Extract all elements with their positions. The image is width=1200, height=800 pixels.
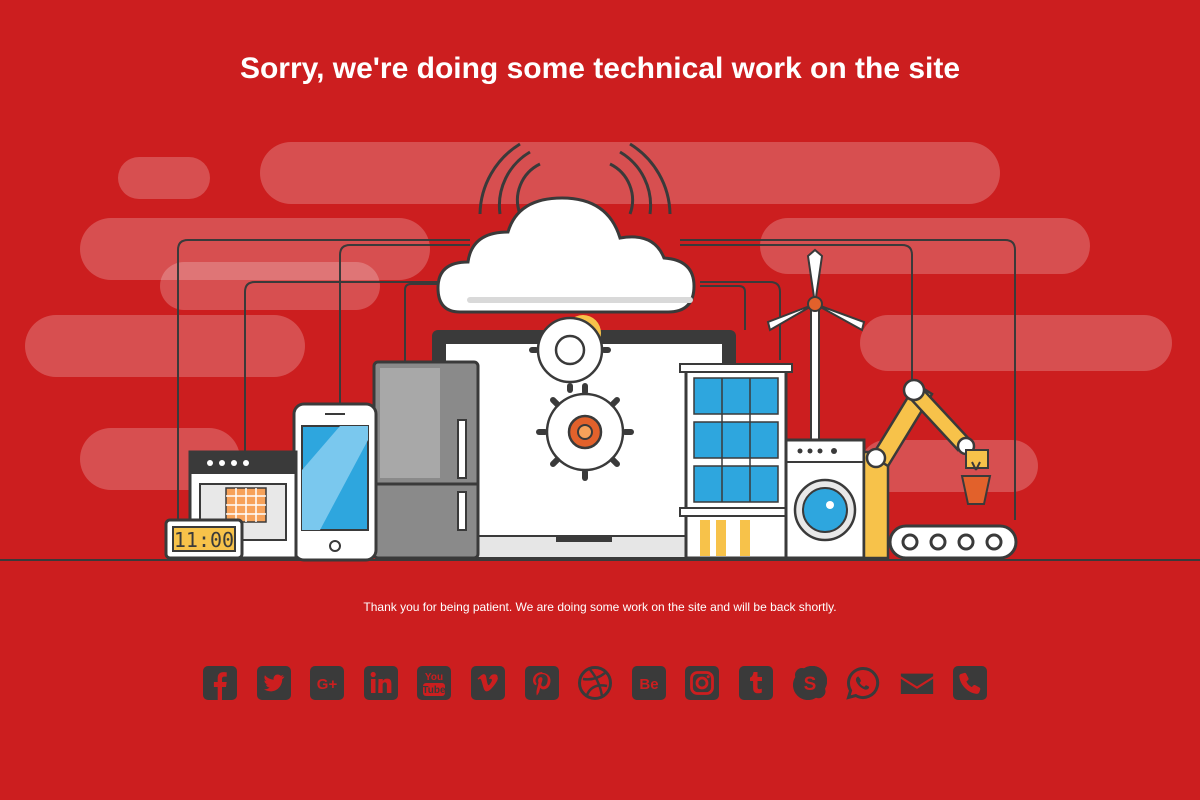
- facebook-icon[interactable]: [203, 666, 237, 700]
- skype-icon[interactable]: S: [792, 666, 827, 700]
- pinterest-icon[interactable]: [524, 666, 559, 700]
- maintenance-illustration: 11:00: [0, 142, 1200, 562]
- washing-machine: [784, 438, 866, 560]
- youtube-icon[interactable]: You Tube: [417, 666, 452, 700]
- smartphone: [292, 402, 378, 562]
- twitter-icon[interactable]: [256, 666, 291, 700]
- phone-icon[interactable]: [953, 666, 988, 700]
- building: [679, 363, 793, 560]
- clock-time: 11:00: [174, 528, 234, 552]
- tumblr-icon[interactable]: [738, 666, 773, 700]
- vimeo-icon[interactable]: [470, 666, 505, 700]
- page-heading: Sorry, we're doing some technical work o…: [239, 52, 961, 85]
- maintenance-message: Thank you for being patient. We are doin…: [363, 600, 837, 614]
- svg-text:Tube: Tube: [423, 685, 447, 696]
- svg-text:S: S: [803, 674, 816, 695]
- whatsapp-icon[interactable]: [846, 666, 880, 700]
- digital-clock: 11:00: [164, 518, 244, 560]
- dribbble-icon[interactable]: [578, 666, 613, 700]
- refrigerator: [372, 360, 480, 560]
- social-icons: G+ You Tube Be S: [203, 666, 988, 700]
- instagram-icon[interactable]: [685, 666, 720, 700]
- svg-text:G+: G+: [317, 676, 338, 693]
- svg-text:Be: Be: [639, 676, 658, 693]
- google-plus-icon[interactable]: G+: [310, 666, 345, 700]
- behance-icon[interactable]: Be: [631, 666, 666, 700]
- cloud: [436, 196, 696, 314]
- svg-text:You: You: [425, 672, 443, 683]
- email-icon[interactable]: [900, 666, 934, 700]
- linkedin-icon[interactable]: [363, 666, 398, 700]
- conveyor-belt: [888, 524, 1018, 560]
